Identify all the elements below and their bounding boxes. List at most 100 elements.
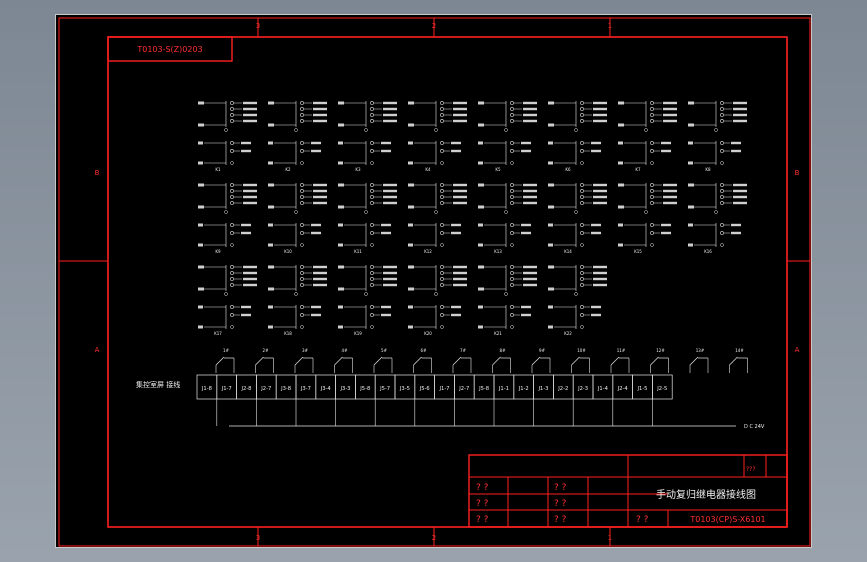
terminal-label: J2-2 bbox=[557, 386, 568, 392]
title-placeholder: ? ? bbox=[476, 483, 489, 493]
relay-contact-block: K8 bbox=[688, 101, 747, 172]
terminal-cell: J3-7 bbox=[295, 374, 317, 426]
relay-label: K16 bbox=[704, 249, 712, 254]
switch-symbol: 14# bbox=[729, 348, 748, 373]
drawing-border bbox=[107, 36, 788, 528]
zone-label-top: 1 bbox=[608, 22, 612, 30]
title-placeholder: ? ? bbox=[554, 483, 567, 493]
switch-symbol: 5# bbox=[373, 348, 393, 373]
drawing-sheet: 3 2 1 3 2 1 B A B A T0103-S(Z)0203 K1 K2 K… bbox=[55, 14, 812, 548]
terminal-cell: J2-4 bbox=[612, 374, 633, 426]
switch-symbol: 6# bbox=[413, 348, 432, 373]
switch-symbol: 11# bbox=[610, 348, 630, 373]
switch-label: 4# bbox=[342, 348, 349, 353]
switch-symbol: 4# bbox=[334, 348, 353, 373]
terminal-label: J1-4 bbox=[597, 386, 609, 392]
relay-label: K21 bbox=[494, 331, 502, 336]
terminal-block: J1-8 J1-7 J2-8 J2-7 J3-8 J3-7 J3-4 J3-3 J5-8 J5-7… bbox=[196, 374, 673, 426]
switch-label: 1# bbox=[223, 348, 230, 353]
switch-label: 3# bbox=[302, 348, 309, 353]
relay-contact-block: K2 bbox=[268, 101, 327, 172]
relay-label: K1 bbox=[215, 167, 221, 172]
terminal-label: J1-7 bbox=[221, 386, 232, 392]
relay-contact-block: K13 bbox=[478, 183, 537, 254]
terminal-label: J2-4 bbox=[617, 386, 629, 392]
terminal-label: J1-3 bbox=[537, 386, 548, 392]
relay-label: K7 bbox=[635, 167, 641, 172]
switch-label: 9# bbox=[539, 348, 546, 353]
relay-contact-block: K12 bbox=[408, 183, 467, 254]
relay-contact-block: K6 bbox=[548, 101, 607, 172]
terminal-label: J2-3 bbox=[577, 386, 588, 392]
relay-contact-block: K11 bbox=[338, 183, 397, 254]
zone-label-left: B bbox=[95, 169, 100, 177]
terminal-label: J1-2 bbox=[518, 386, 529, 392]
dc-label: D C 24V bbox=[744, 424, 765, 430]
relay-contact-block: K19 bbox=[338, 265, 397, 336]
terminal-label: J3-7 bbox=[300, 386, 311, 392]
terminal-label: J5-6 bbox=[419, 386, 430, 392]
switch-row: 1# 2# 3# 4# 5# 6# 7# 8# 9# 10# 11# 12# 13# 14# bbox=[215, 348, 748, 373]
switch-label: 8# bbox=[500, 348, 507, 353]
relay-contact-block: K10 bbox=[268, 183, 327, 254]
relay-label: K13 bbox=[494, 249, 502, 254]
terminal-label: J5-8 bbox=[359, 386, 370, 392]
title-placeholder-small: ??? bbox=[746, 466, 756, 473]
title-placeholder: ? ? bbox=[554, 515, 567, 525]
relay-label: K10 bbox=[284, 249, 292, 254]
terminal-cell: J2-8 bbox=[236, 374, 257, 400]
terminal-label: J5-7 bbox=[379, 386, 390, 392]
switch-label: 12# bbox=[656, 348, 665, 353]
relay-label: K22 bbox=[564, 331, 572, 336]
terminal-label: J2-7 bbox=[458, 386, 469, 392]
relay-label: K20 bbox=[424, 331, 432, 336]
relay-contact-block: K1 bbox=[198, 101, 257, 172]
terminal-cell: J5-6 bbox=[414, 374, 435, 426]
relay-label: K8 bbox=[705, 167, 711, 172]
relay-contact-block: K5 bbox=[478, 101, 537, 172]
relay-contact-block: K17 bbox=[198, 265, 257, 336]
switch-symbol: 12# bbox=[650, 348, 669, 373]
relay-contact-block: K20 bbox=[408, 265, 467, 336]
terminal-cell: J3-4 bbox=[315, 374, 336, 400]
terminal-cell: J1-2 bbox=[513, 374, 534, 400]
relay-label: K19 bbox=[354, 331, 362, 336]
relay-label: K14 bbox=[564, 249, 572, 254]
relay-contact-block: K18 bbox=[268, 265, 327, 336]
cad-viewport: 3 2 1 3 2 1 B A B A T0103-S(Z)0203 K1 K2 K… bbox=[0, 0, 867, 562]
terminal-cell: J5-8 bbox=[473, 374, 495, 400]
terminal-label: J3-8 bbox=[280, 386, 291, 392]
terminal-cell: J2-3 bbox=[572, 374, 594, 426]
title-placeholder: ? ? bbox=[476, 499, 489, 509]
terminal-cell: J3-3 bbox=[335, 374, 356, 426]
terminal-cell: J3-5 bbox=[394, 374, 416, 400]
switch-label: 11# bbox=[617, 348, 626, 353]
relay-contact-block: K9 bbox=[198, 183, 257, 254]
switch-symbol: 1# bbox=[215, 348, 235, 373]
relay-contact-block: K16 bbox=[688, 183, 747, 254]
relay-label: K3 bbox=[355, 167, 361, 172]
switch-label: 5# bbox=[381, 348, 388, 353]
drawing-title: 手动复归继电器接线图 bbox=[656, 488, 756, 501]
switch-label: 2# bbox=[263, 348, 270, 353]
drawing-number: T0103(CP)S-X6101 bbox=[689, 515, 765, 524]
relay-label: K15 bbox=[634, 249, 642, 254]
terminal-cell: J1-8 bbox=[196, 374, 218, 400]
switch-label: 10# bbox=[577, 348, 586, 353]
terminal-cell: J2-7 bbox=[454, 374, 475, 426]
zone-label-right: A bbox=[795, 346, 800, 354]
switch-label: 6# bbox=[421, 348, 428, 353]
terminal-label: J3-4 bbox=[320, 386, 332, 392]
terminal-label: J2-5 bbox=[656, 386, 667, 392]
terminal-label: J5-8 bbox=[478, 386, 489, 392]
switch-label: 7# bbox=[460, 348, 467, 353]
relay-contact-block: K21 bbox=[478, 265, 537, 336]
relay-label: K9 bbox=[215, 249, 221, 254]
relay-label: K2 bbox=[285, 167, 291, 172]
terminal-cell: J1-4 bbox=[592, 374, 614, 400]
relay-label: K6 bbox=[565, 167, 571, 172]
zone-label-bottom: 2 bbox=[432, 534, 436, 542]
switch-label: 14# bbox=[735, 348, 744, 353]
terminal-cell: J1-3 bbox=[533, 374, 554, 426]
switch-symbol: 7# bbox=[452, 348, 472, 373]
